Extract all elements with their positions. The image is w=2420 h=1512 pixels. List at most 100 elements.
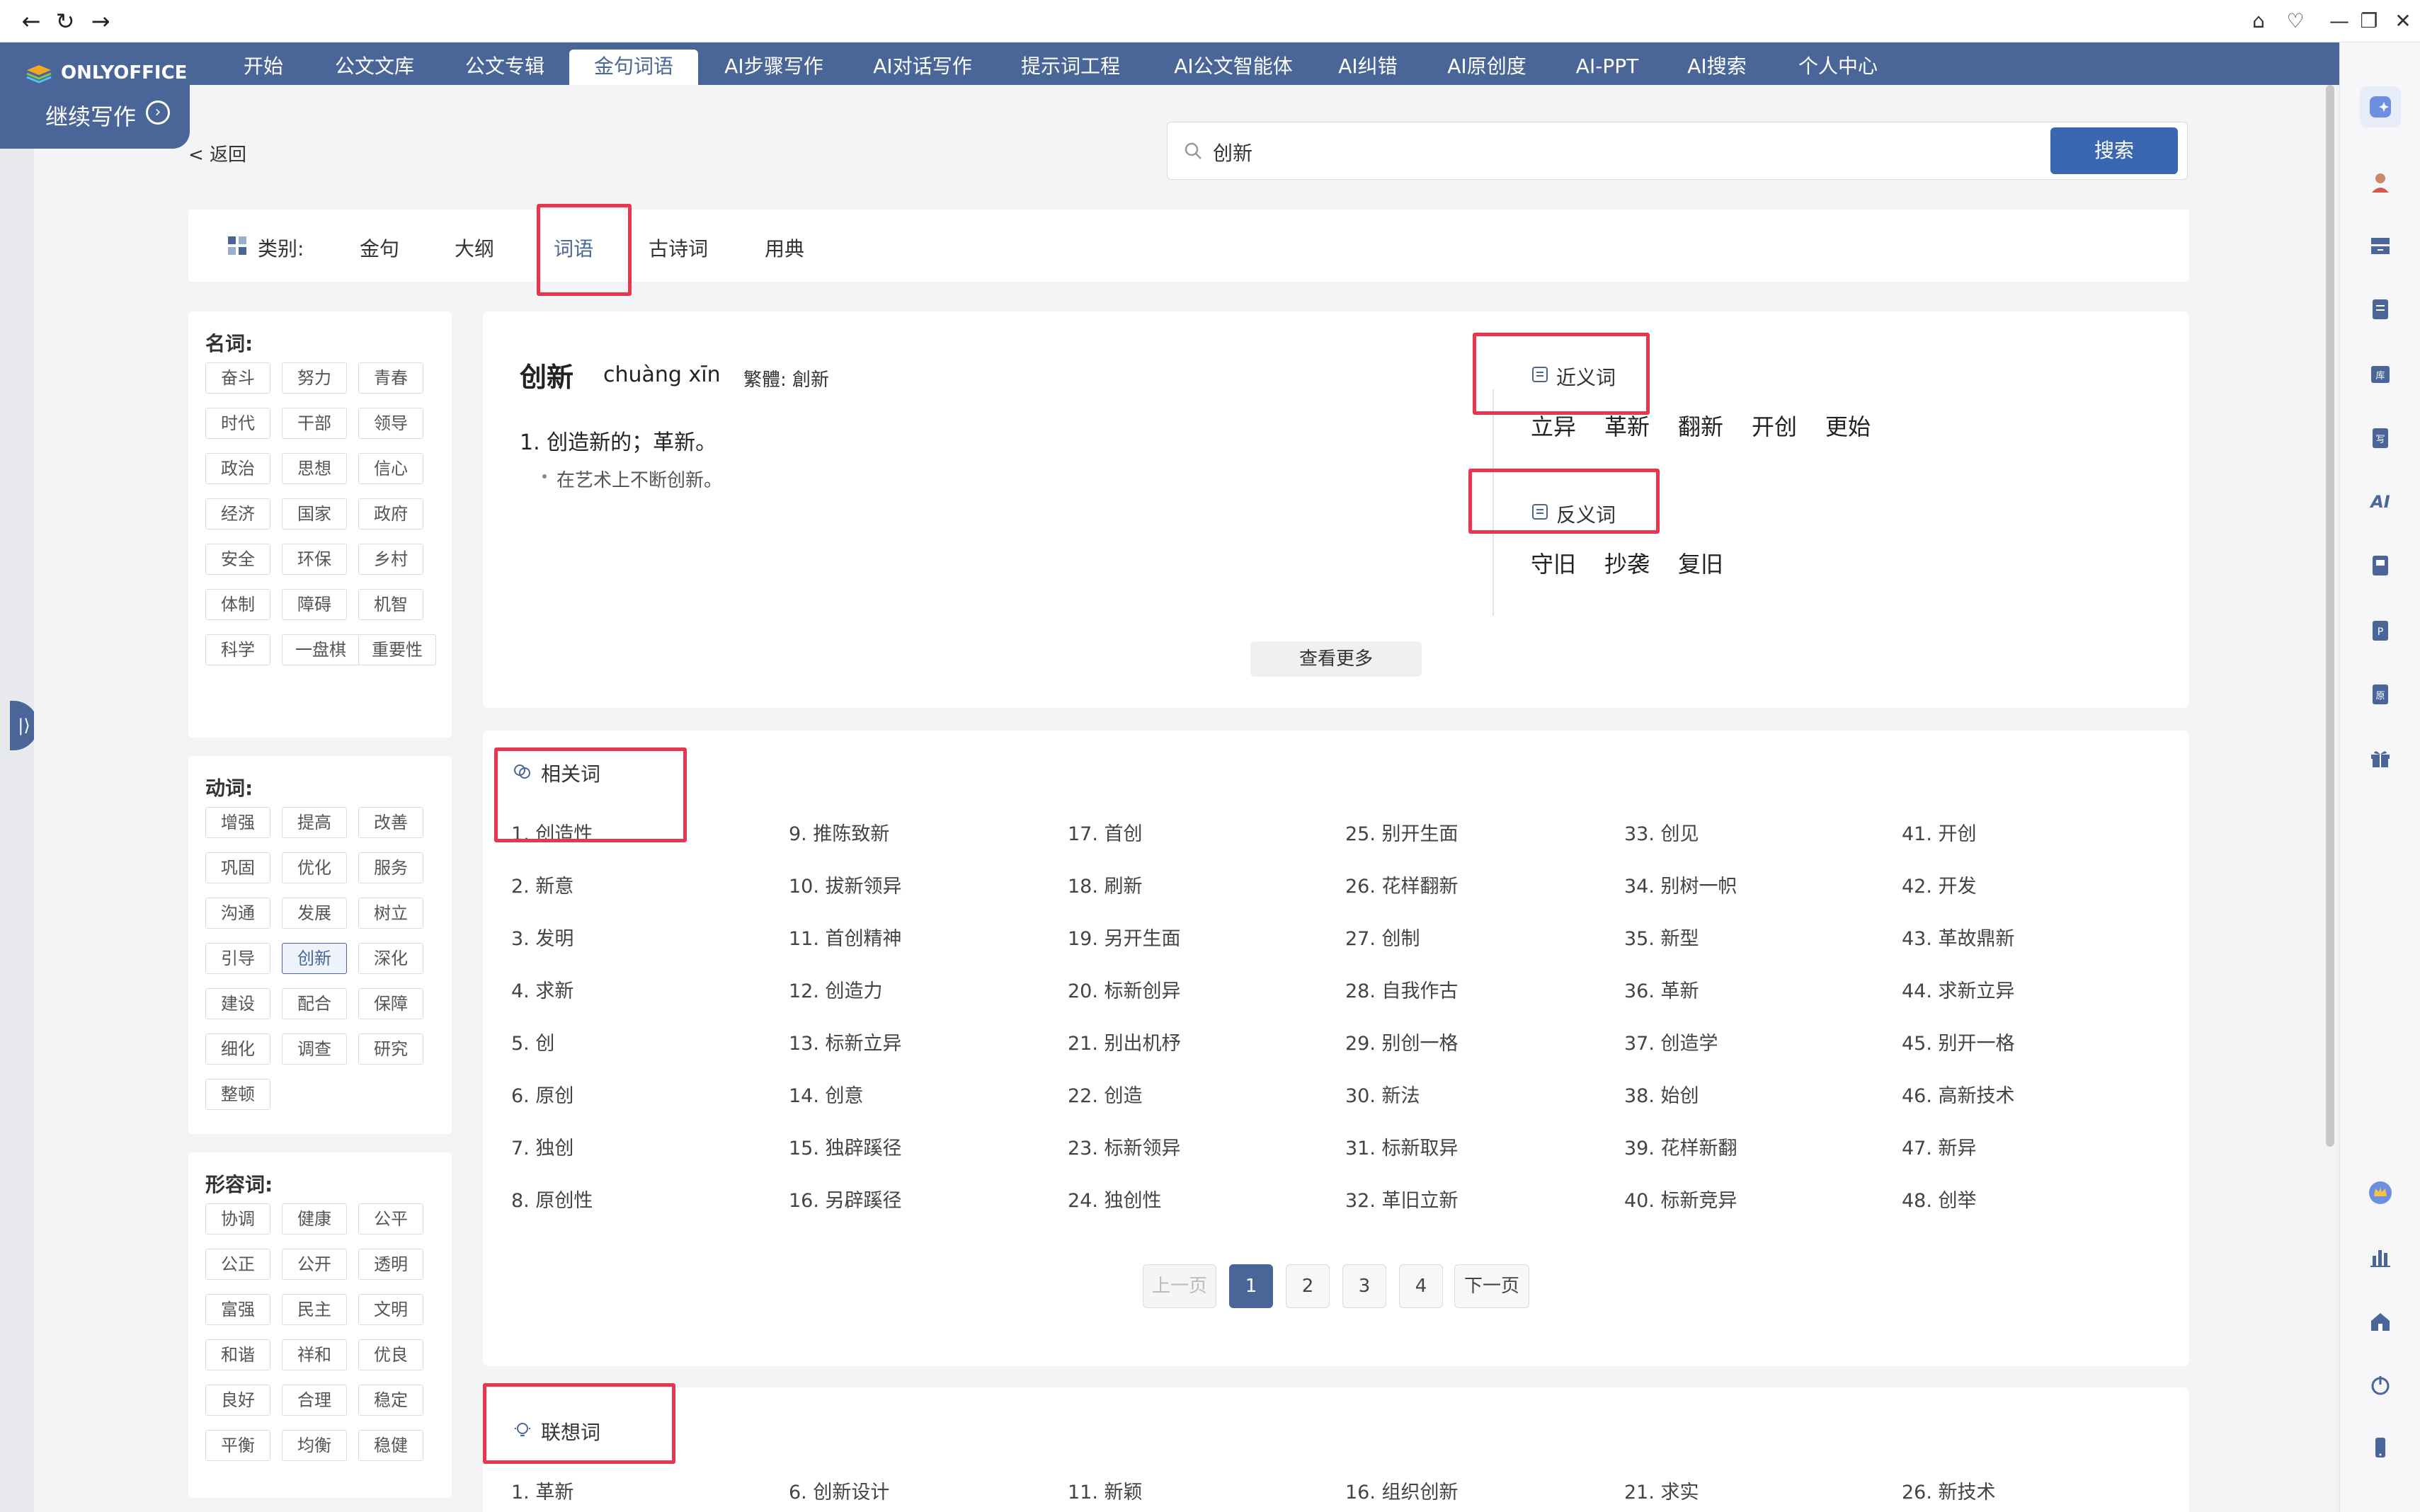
search-box[interactable]: 创新 <box>1167 122 2188 180</box>
noun-tag[interactable]: 信心 <box>358 453 423 484</box>
verb-tag[interactable]: 发展 <box>282 898 347 929</box>
related-word-item[interactable]: 23. 标新领异 <box>1068 1133 1181 1160</box>
related-word-item[interactable]: 22. 创造 <box>1068 1080 1143 1108</box>
related-word-item[interactable]: 5. 创 <box>511 1028 554 1055</box>
related-word-item[interactable]: 7. 独创 <box>511 1133 573 1160</box>
association-word-item[interactable]: 6. 创新设计 <box>789 1477 889 1504</box>
tab-personal-center[interactable]: 个人中心 <box>1788 50 1888 85</box>
adjective-tag[interactable]: 优良 <box>358 1339 423 1370</box>
association-word-item[interactable]: 21. 求实 <box>1624 1477 1699 1504</box>
related-word-item[interactable]: 45. 别开一格 <box>1902 1028 2015 1055</box>
related-word-item[interactable]: 25. 别开生面 <box>1345 818 1459 846</box>
tab-start[interactable]: 开始 <box>228 50 299 85</box>
verb-tag[interactable]: 提高 <box>282 807 347 838</box>
verb-tag[interactable]: 配合 <box>282 988 347 1019</box>
ppt-icon[interactable]: P <box>2363 613 2398 648</box>
page-1-button[interactable]: 1 <box>1229 1264 1273 1308</box>
related-word-item[interactable]: 3. 发明 <box>511 923 573 951</box>
verb-tag[interactable]: 建设 <box>205 988 270 1019</box>
tab-doc-library[interactable]: 公文文库 <box>321 50 428 85</box>
adjective-tag[interactable]: 平衡 <box>205 1430 270 1461</box>
related-word-item[interactable]: 40. 标新竞异 <box>1624 1185 1737 1213</box>
antonym-item[interactable]: 守旧 <box>1531 546 1576 579</box>
synonym-item[interactable]: 立异 <box>1531 409 1576 442</box>
noun-tag[interactable]: 领导 <box>358 408 423 439</box>
verb-tag[interactable]: 沟通 <box>205 898 270 929</box>
tab-golden-sentences[interactable]: 金句词语 <box>569 50 698 85</box>
back-arrow-icon[interactable]: ← <box>17 7 45 35</box>
power-icon[interactable] <box>2363 1368 2398 1403</box>
related-word-item[interactable]: 47. 新异 <box>1902 1133 1977 1160</box>
restore-icon[interactable]: ❐ <box>2356 8 2382 34</box>
related-word-item[interactable]: 4. 求新 <box>511 975 573 1003</box>
verb-tag[interactable]: 细化 <box>205 1033 270 1065</box>
related-word-item[interactable]: 30. 新法 <box>1345 1080 1420 1108</box>
noun-tag[interactable]: 重要性 <box>358 634 436 665</box>
home-icon[interactable]: ⌂ <box>2246 8 2271 34</box>
noun-tag[interactable]: 体制 <box>205 589 270 620</box>
association-word-item[interactable]: 16. 组织创新 <box>1345 1477 1459 1504</box>
adjective-tag[interactable]: 协调 <box>205 1203 270 1235</box>
related-word-item[interactable]: 18. 刷新 <box>1068 871 1143 898</box>
tab-prompt-engineering[interactable]: 提示词工程 <box>1012 50 1129 85</box>
association-word-item[interactable]: 1. 革新 <box>511 1477 573 1504</box>
verb-tag[interactable]: 增强 <box>205 807 270 838</box>
house-icon[interactable] <box>2363 1304 2398 1339</box>
related-word-item[interactable]: 15. 独辟蹊径 <box>789 1133 902 1160</box>
synonym-item[interactable]: 革新 <box>1604 409 1650 442</box>
noun-tag[interactable]: 一盘棋 <box>282 634 360 665</box>
tab-ai-agent[interactable]: AI公文智能体 <box>1163 50 1304 85</box>
adjective-tag[interactable]: 稳定 <box>358 1385 423 1416</box>
adjective-tag[interactable]: 稳健 <box>358 1430 423 1461</box>
related-word-item[interactable]: 46. 高新技术 <box>1902 1080 2015 1108</box>
next-page-button[interactable]: 下一页 <box>1454 1264 1529 1308</box>
archive-icon[interactable] <box>2363 228 2398 263</box>
related-word-item[interactable]: 24. 独创性 <box>1068 1185 1162 1213</box>
verb-tag[interactable]: 树立 <box>358 898 423 929</box>
phone-icon[interactable] <box>2363 1430 2398 1465</box>
related-word-item[interactable]: 44. 求新立异 <box>1902 975 2015 1003</box>
noun-tag[interactable]: 政治 <box>205 453 270 484</box>
page-2-button[interactable]: 2 <box>1286 1264 1330 1308</box>
search-input[interactable]: 创新 <box>1213 138 1252 166</box>
association-word-item[interactable]: 26. 新技术 <box>1902 1477 1996 1504</box>
refresh-icon[interactable]: ↻ <box>51 7 79 35</box>
related-word-item[interactable]: 14. 创意 <box>789 1080 864 1108</box>
related-word-item[interactable]: 41. 开创 <box>1902 818 1977 846</box>
originality-icon[interactable]: 原 <box>2363 677 2398 712</box>
noun-tag[interactable]: 干部 <box>282 408 347 439</box>
adjective-tag[interactable]: 良好 <box>205 1385 270 1416</box>
tab-ai-step-writing[interactable]: AI步骤写作 <box>715 50 833 85</box>
antonym-item[interactable]: 复旧 <box>1678 546 1723 579</box>
related-word-item[interactable]: 39. 花样新翻 <box>1624 1133 1737 1160</box>
ai-icon[interactable]: AI <box>2363 484 2398 520</box>
ai-assistant-icon[interactable] <box>2360 86 2401 127</box>
scrollbar-thumb[interactable] <box>2326 85 2334 1147</box>
noun-tag[interactable]: 环保 <box>282 544 347 575</box>
page-3-button[interactable]: 3 <box>1342 1264 1386 1308</box>
adjective-tag[interactable]: 合理 <box>282 1385 347 1416</box>
related-word-item[interactable]: 16. 另辟蹊径 <box>789 1185 902 1213</box>
page-scrollbar[interactable] <box>2324 85 2336 1512</box>
category-outline[interactable]: 大纲 <box>455 234 494 262</box>
antonym-item[interactable]: 抄袭 <box>1604 546 1650 579</box>
document-icon[interactable] <box>2363 292 2398 327</box>
noun-tag[interactable]: 时代 <box>205 408 270 439</box>
view-more-button[interactable]: 查看更多 <box>1250 641 1422 677</box>
category-allusions[interactable]: 用典 <box>765 234 804 262</box>
related-word-item[interactable]: 2. 新意 <box>511 871 573 898</box>
related-word-item[interactable]: 48. 创举 <box>1902 1185 1977 1213</box>
avatar-icon[interactable] <box>2363 164 2398 200</box>
prev-page-button[interactable]: 上一页 <box>1143 1264 1216 1308</box>
minimize-icon[interactable]: — <box>2327 8 2352 34</box>
noun-tag[interactable]: 乡村 <box>358 544 423 575</box>
synonym-item[interactable]: 更始 <box>1825 409 1871 442</box>
vip-crown-icon[interactable] <box>2363 1175 2398 1210</box>
related-word-item[interactable]: 21. 别出机杼 <box>1068 1028 1181 1055</box>
adjective-tag[interactable]: 透明 <box>358 1249 423 1280</box>
verb-tag[interactable]: 深化 <box>358 943 423 974</box>
related-word-item[interactable]: 11. 首创精神 <box>789 923 902 951</box>
adjective-tag[interactable]: 健康 <box>282 1203 347 1235</box>
category-ancient-poems[interactable]: 古诗词 <box>649 234 708 262</box>
verb-tag[interactable]: 引导 <box>205 943 270 974</box>
